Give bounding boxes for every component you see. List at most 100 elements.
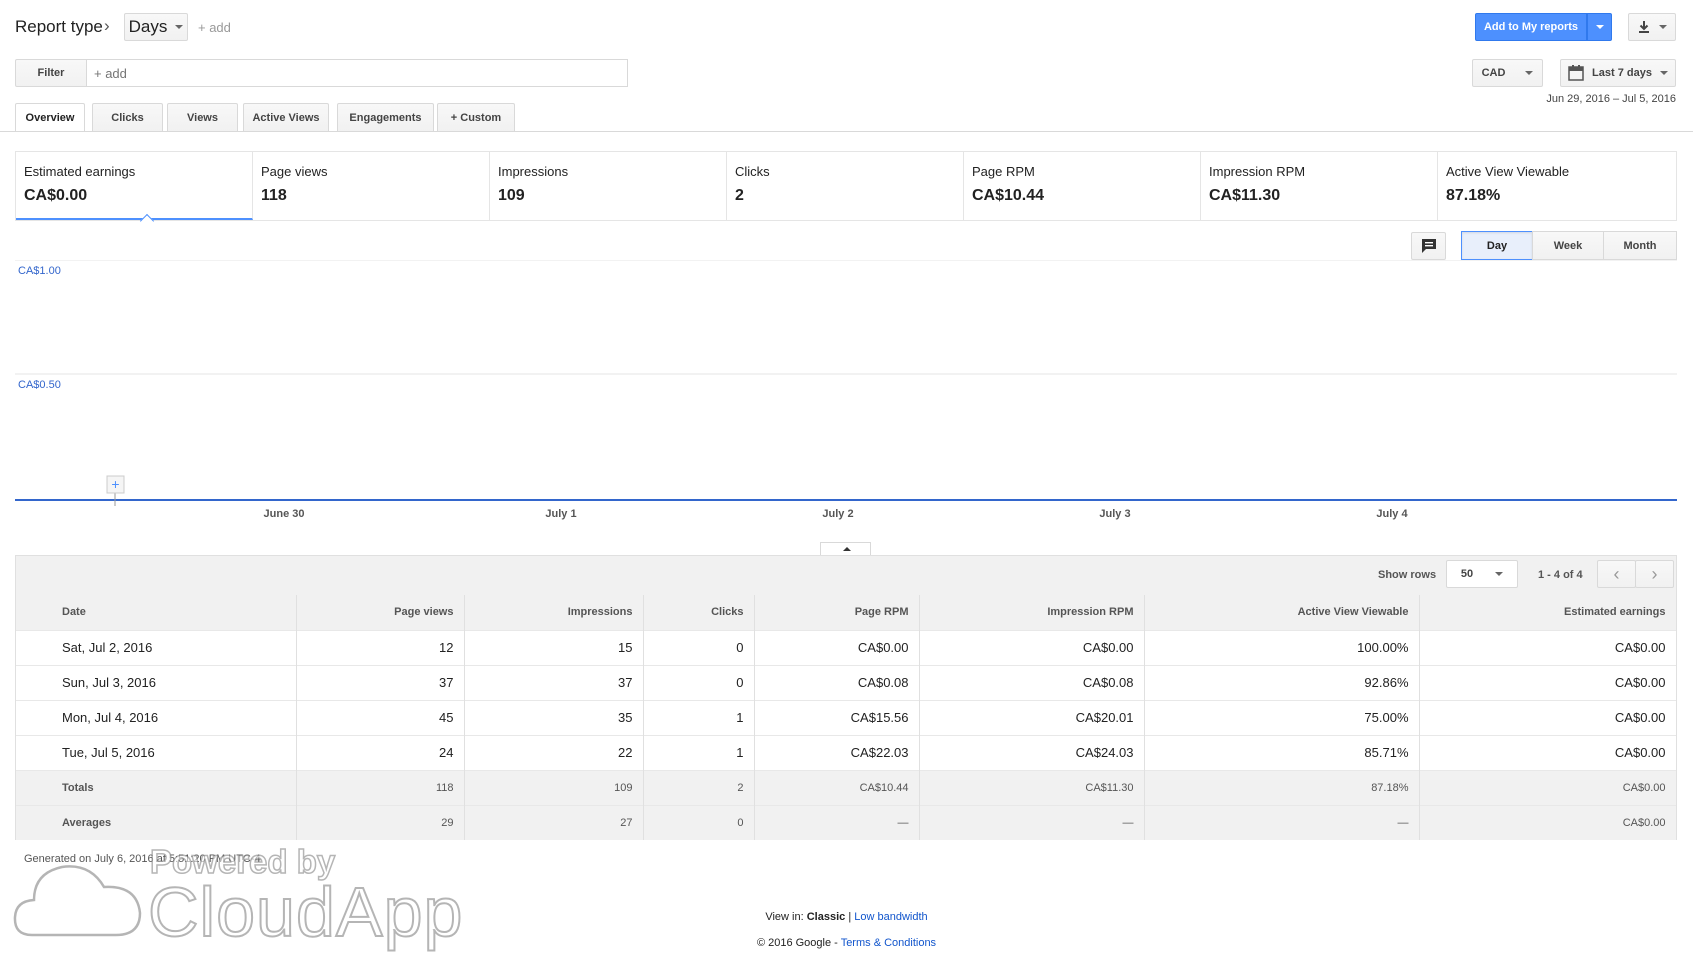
earnings-line-chart: CA$1.00 CA$0.50 June 30 July 1 July 2 July 3 J… xyxy=(15,260,1677,520)
column-header-active-view-viewable[interactable]: Active View Viewable xyxy=(1144,595,1420,630)
column-header-clicks[interactable]: Clicks xyxy=(643,595,755,630)
cell-impression-rpm: CA$11.30 xyxy=(919,769,1145,805)
cell-clicks: 1 xyxy=(643,734,755,770)
date-range-label: Last 7 days xyxy=(1592,67,1652,79)
cell-label: Averages xyxy=(16,804,297,840)
column-header-estimated-earnings[interactable]: Estimated earnings xyxy=(1419,595,1677,630)
date-range-dropdown[interactable]: Last 7 days xyxy=(1560,59,1676,87)
chevron-down-icon xyxy=(1495,572,1504,576)
cloud-logo-icon xyxy=(13,865,142,937)
cell-impressions: 109 xyxy=(464,769,644,805)
collapse-chart-toggle[interactable] xyxy=(820,542,871,556)
date-range-text: Jun 29, 2016 – Jul 5, 2016 xyxy=(1546,93,1676,105)
table-row: Tue, Jul 5, 2016 24 22 1 CA$22.03 CA$24.… xyxy=(16,734,1677,770)
copyright-text: © 2016 Google - xyxy=(756,937,838,949)
metric-impression-rpm[interactable]: Impression RPM CA$11.30 xyxy=(1201,152,1438,220)
show-rows-label: Show rows xyxy=(1378,569,1437,581)
table-row: Sat, Jul 2, 2016 12 15 0 CA$0.00 CA$0.00… xyxy=(16,629,1677,665)
cell-active-view-viewable: 100.00% xyxy=(1144,629,1420,665)
cell-clicks: 0 xyxy=(643,664,755,700)
cell-page-rpm: CA$22.03 xyxy=(754,734,920,770)
dimension-dropdown[interactable]: Days xyxy=(124,13,188,41)
granularity-week-button[interactable]: Week xyxy=(1532,231,1604,260)
rows-per-page-value: 50 xyxy=(1460,568,1474,580)
granularity-toggle: Day Week Month xyxy=(1461,231,1677,260)
cell-page-rpm: — xyxy=(754,804,920,840)
filter-button[interactable]: Filter xyxy=(15,59,87,87)
chevron-down-icon xyxy=(1595,25,1604,29)
metric-active-view-viewable[interactable]: Active View Viewable 87.18% xyxy=(1438,152,1676,220)
currency-dropdown[interactable]: CAD xyxy=(1472,59,1543,87)
currency-label: CAD xyxy=(1481,67,1506,79)
download-button[interactable] xyxy=(1628,13,1676,41)
metric-estimated-earnings[interactable]: Estimated earnings CA$0.00 xyxy=(16,152,253,229)
report-type-label: Report type xyxy=(15,17,103,36)
dimension-label: Days xyxy=(128,17,168,36)
rows-per-page-dropdown[interactable]: 50 xyxy=(1446,560,1518,588)
chevron-down-icon xyxy=(1659,71,1668,75)
download-icon xyxy=(1639,21,1649,33)
x-tick-label: July 4 xyxy=(1376,508,1408,520)
metric-value: 118 xyxy=(261,187,287,204)
column-header-page-rpm[interactable]: Page RPM xyxy=(754,595,920,630)
chevron-down-icon xyxy=(1525,71,1534,75)
add-to-my-reports-button[interactable]: Add to My reports xyxy=(1475,13,1587,41)
column-header-date[interactable]: Date xyxy=(16,595,297,630)
low-bandwidth-link[interactable]: Low bandwidth xyxy=(854,911,927,923)
metric-page-rpm[interactable]: Page RPM CA$10.44 xyxy=(964,152,1201,220)
cell-page-views: 118 xyxy=(296,769,465,805)
cell-impression-rpm: CA$20.01 xyxy=(919,699,1145,735)
chevron-right-icon: › xyxy=(104,16,110,35)
metric-label: Clicks xyxy=(735,164,770,179)
metric-value: CA$10.44 xyxy=(972,187,1045,204)
cell-date: Sat, Jul 2, 2016 xyxy=(16,629,297,665)
terms-link[interactable]: Terms & Conditions xyxy=(841,937,936,949)
metric-page-views[interactable]: Page views 118 xyxy=(253,152,490,220)
cell-page-views: 12 xyxy=(296,629,465,665)
tab-active-views[interactable]: Active Views xyxy=(243,103,329,131)
metric-impressions[interactable]: Impressions 109 xyxy=(490,152,727,220)
report-table: Date Page views Impressions Clicks Page … xyxy=(16,595,1677,840)
column-header-page-views[interactable]: Page views xyxy=(296,595,465,630)
tab-custom[interactable]: + Custom xyxy=(437,103,515,131)
annotation-button[interactable] xyxy=(1411,232,1446,260)
view-in-separator: | xyxy=(848,911,852,923)
metric-value: CA$0.00 xyxy=(24,187,88,204)
cell-date: Mon, Jul 4, 2016 xyxy=(16,699,297,735)
cell-impressions: 22 xyxy=(464,734,644,770)
metric-label: Page RPM xyxy=(972,164,1035,179)
column-header-impressions[interactable]: Impressions xyxy=(464,595,644,630)
granularity-day-button[interactable]: Day xyxy=(1461,231,1533,260)
metrics-scorecard: Estimated earnings CA$0.00 Page views 11… xyxy=(15,151,1677,229)
tab-clicks[interactable]: Clicks xyxy=(92,103,163,131)
filter-input[interactable] xyxy=(86,59,628,87)
x-tick-label: July 2 xyxy=(822,508,853,520)
metric-clicks[interactable]: Clicks 2 xyxy=(727,152,964,220)
column-header-impression-rpm[interactable]: Impression RPM xyxy=(919,595,1145,630)
metric-label: Estimated earnings xyxy=(24,164,136,179)
previous-page-button[interactable]: ‹ xyxy=(1597,560,1636,588)
tabs-divider xyxy=(0,131,1693,132)
x-tick-label: July 1 xyxy=(545,508,576,520)
table-header-row: Date Page views Impressions Clicks Page … xyxy=(16,595,1677,630)
tab-views[interactable]: Views xyxy=(167,103,238,131)
watermark-brand: CloudApp xyxy=(147,872,464,952)
add-to-reports-menu-button[interactable] xyxy=(1587,13,1612,41)
granularity-month-button[interactable]: Month xyxy=(1603,231,1677,260)
tab-overview[interactable]: Overview xyxy=(15,103,85,132)
plus-icon: + xyxy=(111,476,119,492)
cell-impressions: 37 xyxy=(464,664,644,700)
cell-active-view-viewable: 85.71% xyxy=(1144,734,1420,770)
averages-row: Averages 29 27 0 — — — CA$0.00 xyxy=(16,804,1677,840)
cell-impressions: 27 xyxy=(464,804,644,840)
cell-estimated-earnings: CA$0.00 xyxy=(1419,734,1677,770)
add-dimension-link[interactable]: + add xyxy=(198,20,231,35)
next-page-button[interactable]: › xyxy=(1635,560,1674,588)
calendar-icon xyxy=(1568,65,1584,81)
cell-date: Tue, Jul 5, 2016 xyxy=(16,734,297,770)
cell-label: Totals xyxy=(16,769,297,805)
cell-page-rpm: CA$15.56 xyxy=(754,699,920,735)
tab-engagements[interactable]: Engagements xyxy=(337,103,434,131)
cell-page-rpm: CA$0.08 xyxy=(754,664,920,700)
cell-impression-rpm: CA$24.03 xyxy=(919,734,1145,770)
